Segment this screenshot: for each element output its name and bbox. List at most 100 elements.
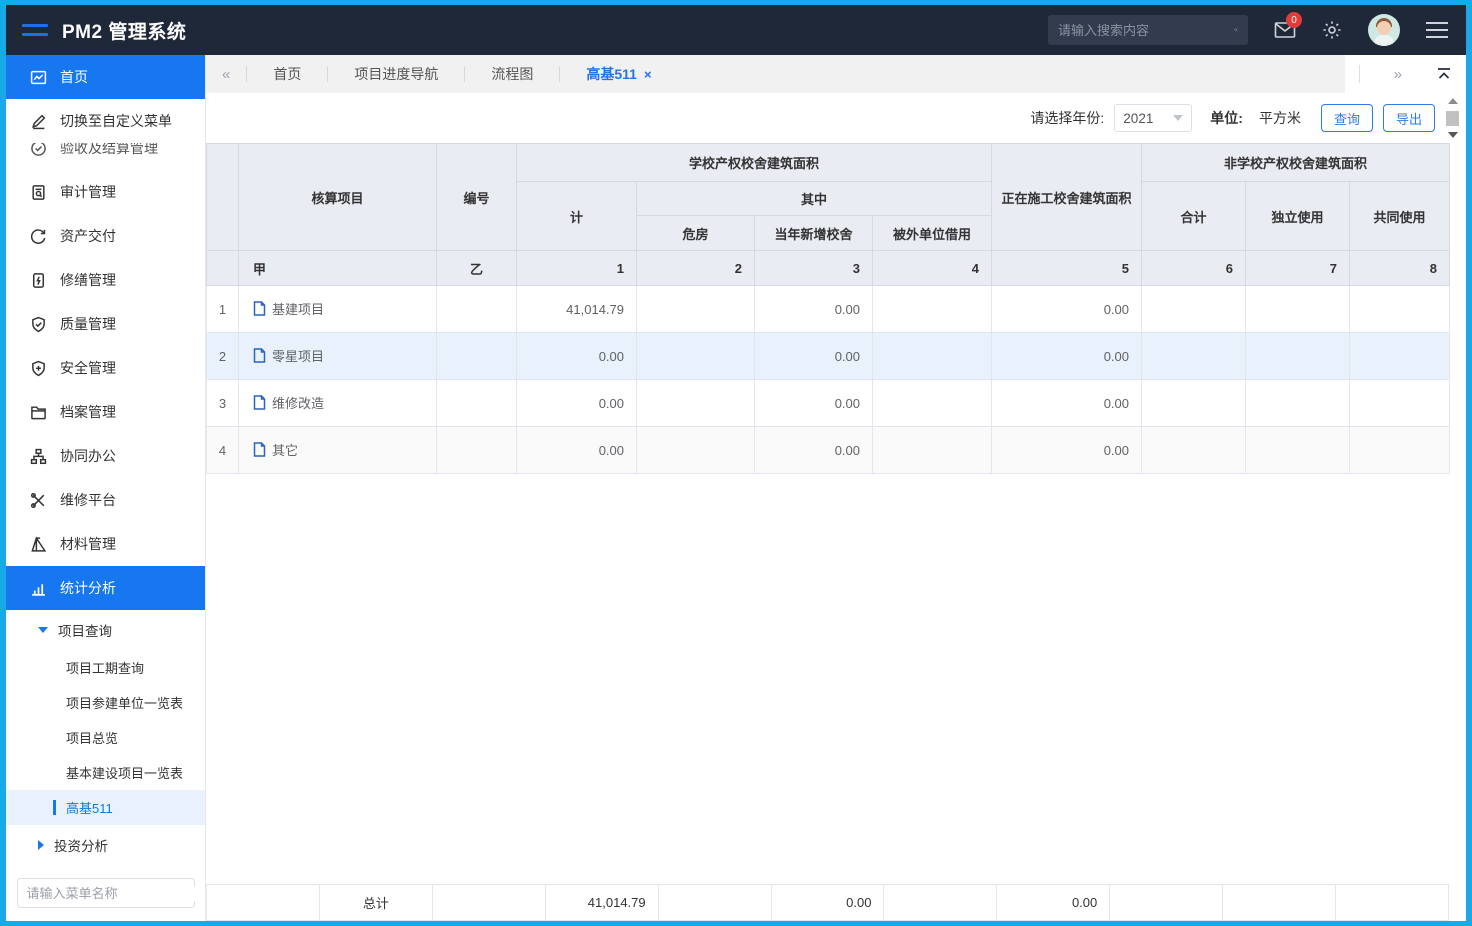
message-count-badge: 0 — [1286, 12, 1302, 28]
sidebar-item-project-overview[interactable]: 项目总览 — [6, 720, 205, 755]
row-link[interactable]: 基建项目 — [253, 299, 324, 318]
query-button[interactable]: 查询 — [1321, 104, 1373, 132]
shield-check-icon — [30, 316, 47, 333]
sidebar-item-statistics[interactable]: 统计分析 — [6, 566, 205, 610]
sidebar-group-project-query[interactable]: 项目查询 — [6, 610, 205, 650]
toolbar: 请选择年份: 2021 单位: 平方米 查询 导出 — [206, 93, 1466, 143]
doc-search-icon — [30, 184, 47, 201]
settings-button[interactable] — [1322, 20, 1342, 40]
sidebar-search-box[interactable] — [17, 878, 195, 908]
row-link[interactable]: 维修改造 — [253, 393, 324, 412]
sidebar-item-custom-menu[interactable]: 切换至自定义菜单 — [6, 99, 205, 143]
tab-gaoji511[interactable]: 高基511 × — [560, 64, 677, 84]
global-search[interactable] — [1048, 15, 1248, 45]
tab-close-icon[interactable]: × — [644, 67, 652, 82]
tabs-scroll-left-icon[interactable]: « — [206, 66, 246, 83]
sidebar-item-capital-projects[interactable]: 基本建设项目一览表 — [6, 755, 205, 790]
sidebar-item-gaoji511[interactable]: 高基511 — [6, 790, 205, 825]
sidebar-menu: 首页 切换至自定义菜单 验收及结算管理 审计管理 — [6, 55, 205, 865]
sidebar-item-audit[interactable]: 审计管理 — [6, 170, 205, 214]
sidebar-item-repair[interactable]: 修缮管理 — [6, 258, 205, 302]
navbar-menu-icon[interactable] — [1426, 22, 1448, 38]
tab-bar: « 首页 项目进度导航 流程图 高基511 × » — [206, 55, 1466, 93]
bar-chart-icon — [30, 580, 47, 597]
sidebar-item-archive[interactable]: 档案管理 — [6, 390, 205, 434]
sidebar-toggle-icon[interactable] — [22, 24, 48, 36]
global-search-input[interactable] — [1058, 23, 1234, 38]
user-avatar[interactable] — [1368, 14, 1400, 46]
export-button[interactable]: 导出 — [1383, 104, 1435, 132]
sidebar-item-home[interactable]: 首页 — [6, 55, 205, 99]
sidebar-search-input[interactable] — [27, 886, 203, 901]
row-link[interactable]: 其它 — [253, 440, 298, 459]
search-icon — [1234, 22, 1238, 38]
app-title: PM2 管理系统 — [62, 17, 186, 44]
tools-icon — [30, 492, 47, 509]
top-navbar: PM2 管理系统 0 — [6, 5, 1466, 55]
empty-area — [206, 474, 1466, 884]
sidebar-item-project-duration[interactable]: 项目工期查询 — [6, 650, 205, 685]
report-table: 核算项目 编号 学校产权校舍建筑面积 正在施工校舍建筑面积 非学校产权校舍建筑面… — [206, 143, 1450, 474]
app-window: PM2 管理系统 0 — [0, 0, 1472, 926]
document-icon — [253, 395, 266, 410]
total-row: 总计 41,014.79 0.00 0.00 — [207, 885, 1449, 921]
year-select-label: 请选择年份: — [1030, 108, 1104, 128]
header-borrowed: 被外单位借用 — [873, 216, 992, 251]
sidebar-item-material[interactable]: 材料管理 — [6, 522, 205, 566]
year-select[interactable]: 2021 — [1114, 104, 1192, 132]
selected-indicator — [53, 800, 56, 815]
document-icon — [253, 301, 266, 316]
circle-arrow-icon — [30, 228, 47, 245]
caret-down-icon — [38, 627, 48, 633]
unit-value: 平方米 — [1259, 108, 1301, 128]
unit-label: 单位: — [1210, 108, 1243, 128]
sidebar-clip: 验收及结算管理 — [6, 143, 205, 170]
header-total: 计 — [517, 182, 637, 251]
main-area: « 首页 项目进度导航 流程图 高基511 × » — [206, 55, 1466, 921]
tabs-scroll-right-icon[interactable]: » — [1378, 66, 1418, 83]
circle-check-icon — [30, 143, 47, 157]
tab-flowchart[interactable]: 流程图 — [465, 64, 559, 84]
vertical-scrollbar[interactable] — [1445, 96, 1460, 140]
sidebar-item-project-units[interactable]: 项目参建单位一览表 — [6, 685, 205, 720]
tab-home[interactable]: 首页 — [247, 64, 327, 84]
shield-plus-icon — [30, 360, 47, 377]
header-independent: 独立使用 — [1246, 182, 1350, 251]
index-row: 甲 乙 1 2 3 4 5 6 7 8 — [207, 251, 1450, 286]
tab-progress-nav[interactable]: 项目进度导航 — [328, 64, 464, 84]
header-shared: 共同使用 — [1350, 182, 1450, 251]
table-row[interactable]: 1 基建项目 41,014.79 0.00 0.00 — [207, 286, 1450, 333]
gear-icon — [1322, 20, 1342, 40]
sidebar-item-collaboration[interactable]: 协同办公 — [6, 434, 205, 478]
messages-button[interactable]: 0 — [1274, 21, 1296, 39]
sidebar-search — [6, 865, 205, 921]
sidebar-item-acceptance[interactable]: 验收及结算管理 — [6, 143, 205, 170]
folder-icon — [30, 404, 47, 421]
doc-bolt-icon — [30, 272, 47, 289]
sidebar-group-investment[interactable]: 投资分析 — [6, 825, 205, 865]
sidebar-item-quality[interactable]: 质量管理 — [6, 302, 205, 346]
row-link[interactable]: 零星项目 — [253, 346, 324, 365]
table-row[interactable]: 2 零星项目 0.00 0.00 0.00 — [207, 333, 1450, 380]
header-row-index — [207, 144, 239, 251]
sidebar: 首页 切换至自定义菜单 验收及结算管理 审计管理 — [6, 55, 206, 921]
header-code: 编号 — [437, 144, 517, 251]
chevron-down-icon — [1173, 115, 1183, 121]
table-row[interactable]: 4 其它 0.00 0.00 0.00 — [207, 427, 1450, 474]
sidebar-item-asset-delivery[interactable]: 资产交付 — [6, 214, 205, 258]
scroll-up-icon[interactable] — [1448, 98, 1458, 104]
navbar-right: 0 — [1048, 14, 1448, 46]
sidebar-item-maintenance[interactable]: 维修平台 — [6, 478, 205, 522]
header-item: 核算项目 — [239, 144, 437, 251]
material-ruler-icon — [30, 536, 47, 553]
org-chart-icon — [30, 448, 47, 465]
report-table-zone: 核算项目 编号 学校产权校舍建筑面积 正在施工校舍建筑面积 非学校产权校舍建筑面… — [206, 143, 1466, 921]
collapse-tabs-icon[interactable] — [1436, 67, 1452, 81]
table-row[interactable]: 3 维修改造 0.00 0.00 0.00 — [207, 380, 1450, 427]
header-group-school: 学校产权校舍建筑面积 — [517, 144, 992, 182]
header-sum: 合计 — [1142, 182, 1246, 251]
tab-bar-controls: » — [1345, 55, 1466, 93]
scroll-down-icon[interactable] — [1448, 132, 1458, 138]
scroll-thumb[interactable] — [1446, 111, 1459, 126]
sidebar-item-safety[interactable]: 安全管理 — [6, 346, 205, 390]
